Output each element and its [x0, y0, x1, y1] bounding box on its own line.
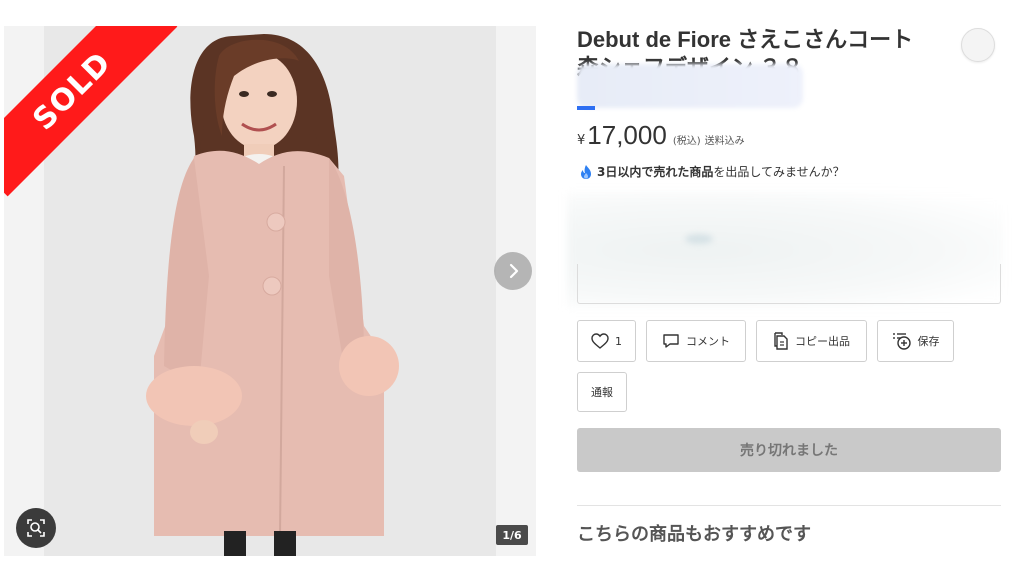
action-buttons: 1 コメント コピー出品 保存: [577, 320, 954, 362]
zoom-button[interactable]: [16, 508, 56, 548]
next-image-button[interactable]: [494, 252, 532, 290]
like-count: 1: [615, 334, 622, 348]
blurred-detail: [685, 234, 713, 244]
product-page: SOLD 1/6 Debut de Fiore さえこさんコート 森シェフデザイ…: [0, 0, 1024, 576]
copy-listing-button[interactable]: コピー出品: [756, 320, 867, 362]
shipping-note: 送料込み: [704, 136, 745, 147]
price-value: 17,000: [587, 120, 667, 150]
comment-button[interactable]: コメント: [646, 320, 746, 362]
save-button[interactable]: 保存: [877, 320, 954, 362]
avatar[interactable]: [961, 28, 995, 62]
section-divider: [577, 505, 1001, 506]
title-accent-line: [577, 106, 595, 110]
product-image-gallery[interactable]: SOLD 1/6: [4, 26, 536, 556]
fire-icon: [581, 164, 591, 179]
copy-label: コピー出品: [795, 335, 850, 348]
image-counter: 1/6: [496, 525, 528, 545]
heart-icon: [591, 333, 609, 349]
like-button[interactable]: 1: [577, 320, 636, 362]
price-row: ¥ 17,000 (税込) 送料込み: [577, 120, 745, 151]
zoom-search-icon: [27, 519, 45, 537]
product-title-line1: Debut de Fiore さえこさんコート: [577, 27, 914, 52]
chevron-right-icon: [509, 263, 519, 279]
product-photo[interactable]: [44, 26, 496, 556]
sold-out-button: 売り切れました: [577, 428, 1001, 472]
product-info: Debut de Fiore さえこさんコート 森シェフデザイン ３８ ¥ 17…: [567, 26, 1003, 545]
save-list-icon: [892, 333, 911, 350]
save-label: 保存: [917, 335, 940, 348]
recommend-heading: こちらの商品もおすすめです: [577, 524, 811, 545]
title-blur-overlay: [577, 64, 803, 108]
promo-banner[interactable]: 3日以内で売れた商品 を出品してみませんか？: [579, 163, 845, 180]
comment-label: コメント: [686, 335, 730, 348]
promo-rest-text: を出品してみませんか？: [713, 165, 845, 179]
report-button[interactable]: 通報: [577, 372, 627, 412]
promo-bold-text: 3日以内で売れた商品: [597, 165, 714, 179]
tax-note: (税込): [672, 136, 701, 147]
coat-model-illustration: [44, 26, 496, 556]
copy-icon: [774, 332, 788, 350]
blurred-field-box: [577, 264, 1001, 304]
comment-icon: [663, 334, 679, 348]
price-symbol: ¥: [577, 133, 586, 148]
